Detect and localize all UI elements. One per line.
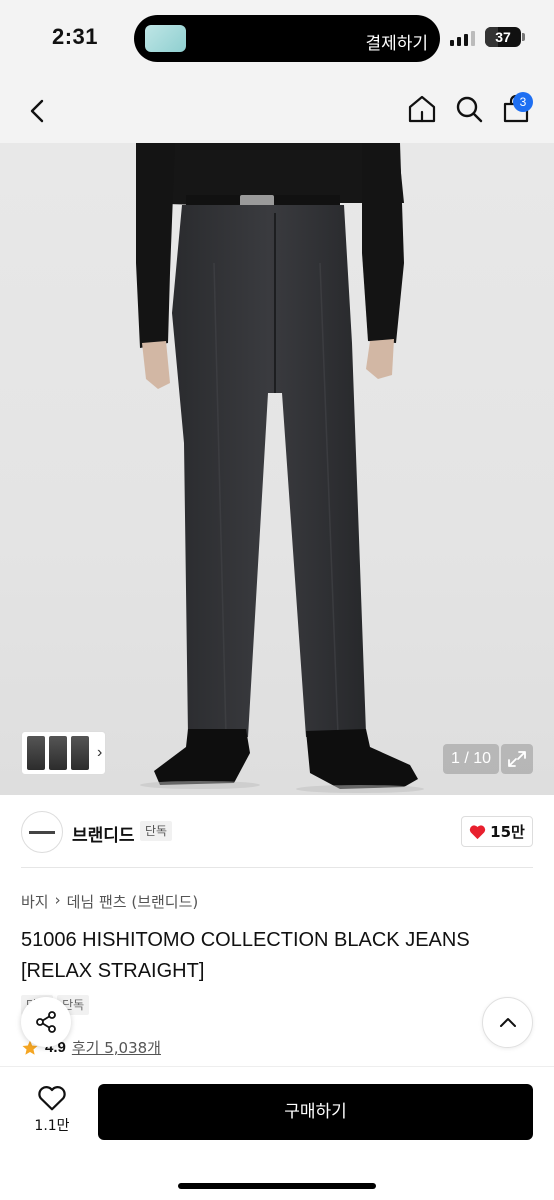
expand-icon (508, 751, 526, 767)
thumbnail-image[interactable] (27, 736, 45, 770)
brand-name[interactable]: 브랜디드 (72, 821, 135, 846)
chevron-up-icon (499, 1017, 516, 1027)
battery-level: 37 (495, 29, 511, 45)
expand-button[interactable] (501, 744, 533, 774)
chevron-right-icon[interactable]: › (97, 744, 102, 762)
review-count-link[interactable]: 후기 5,038개 (72, 1037, 161, 1058)
breadcrumb-separator: › (54, 891, 61, 909)
scroll-top-button[interactable] (482, 997, 533, 1048)
heart-icon (470, 824, 486, 839)
cart-count-badge: 3 (513, 92, 533, 112)
dynamic-island[interactable]: 결제하기 (134, 15, 440, 62)
live-activity-text: 결제하기 (365, 34, 428, 54)
status-bar: 2:31 결제하기 37 (0, 0, 554, 78)
heart-outline-icon (38, 1086, 66, 1111)
back-icon[interactable] (22, 94, 56, 128)
home-icon[interactable] (406, 93, 438, 125)
status-time: 2:31 (52, 24, 99, 49)
battery-icon: 37 (485, 27, 521, 47)
home-indicator (178, 1183, 376, 1189)
live-activity-thumbnail (145, 25, 186, 52)
breadcrumb-item[interactable]: 데님 팬츠 (브랜디드) (67, 891, 199, 912)
breadcrumb: 바지 › 데님 팬츠 (브랜디드) (21, 891, 198, 912)
thumbnail-image[interactable] (49, 736, 67, 770)
buy-button[interactable]: 구매하기 (98, 1084, 533, 1140)
signal-icon (450, 30, 475, 46)
exclusive-badge: 단독 (140, 821, 173, 841)
model-photo (136, 143, 424, 793)
breadcrumb-item[interactable]: 바지 (21, 891, 49, 912)
brand-like-button[interactable]: 15만 (461, 816, 533, 847)
share-icon (36, 1011, 56, 1033)
product-title: 51006 HISHITOMO COLLECTION BLACK JEANS [… (21, 929, 470, 982)
brand-logo[interactable] (21, 811, 63, 853)
product-image[interactable] (0, 143, 554, 795)
top-nav-bar (0, 78, 554, 143)
divider (21, 867, 533, 868)
search-icon[interactable] (453, 93, 485, 125)
battery-tip (522, 33, 525, 41)
thumbnail-image[interactable] (71, 736, 89, 770)
brand-logo-mark (29, 830, 55, 834)
thumbnail-strip[interactable]: › (21, 731, 106, 775)
wishlist-count: 1.1만 (34, 1118, 70, 1134)
image-counter: 1 / 10 (443, 744, 499, 774)
share-button[interactable] (21, 997, 71, 1047)
wishlist-button[interactable]: 1.1만 (24, 1084, 80, 1140)
brand-like-count: 15만 (490, 823, 525, 841)
